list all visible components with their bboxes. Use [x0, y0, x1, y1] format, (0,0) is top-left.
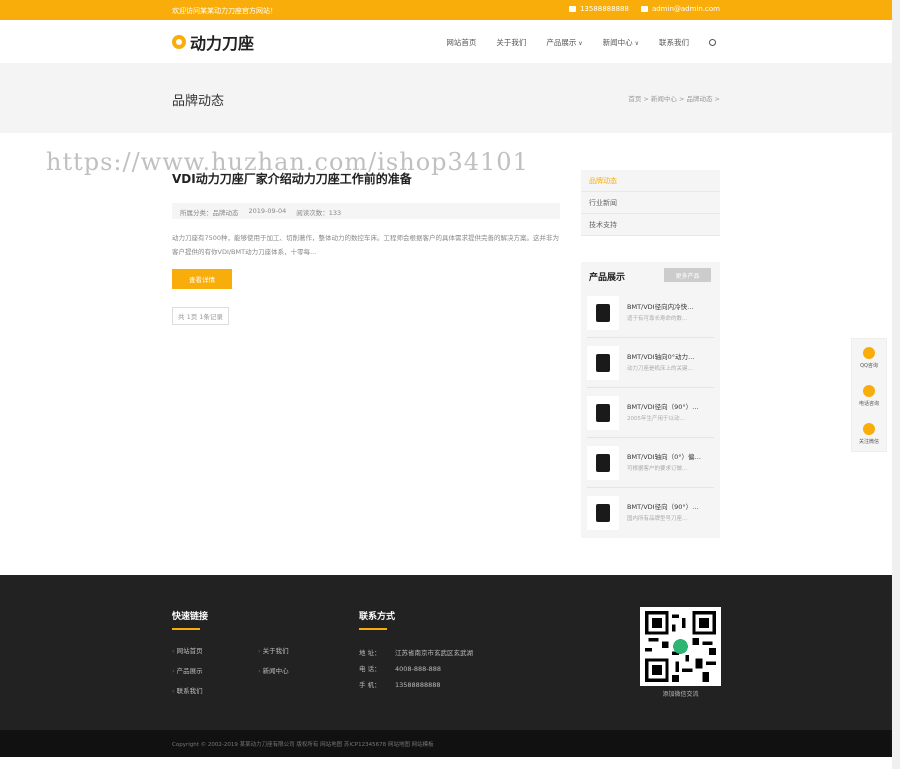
- qq-icon: [863, 347, 875, 359]
- top-contact: 13588888888 admin@admin.com: [568, 5, 720, 13]
- logo-mark-icon: [172, 35, 186, 49]
- nav-home[interactable]: 网站首页: [446, 37, 476, 48]
- product-thumbnail: [587, 395, 619, 430]
- product-thumbnail: [587, 496, 619, 530]
- footer-link-products[interactable]: 产品展示: [172, 665, 258, 675]
- bottom-strip: [0, 757, 892, 769]
- product-desc: 可根据客户的要求订做…: [627, 465, 688, 472]
- phone-label: 电 话：: [359, 665, 381, 673]
- phone-icon: [863, 385, 875, 397]
- product-thumbnail: [587, 345, 619, 380]
- page-scrollbar[interactable]: [892, 0, 900, 769]
- product-item[interactable]: BMT/VDI轴向0°动力… 动力刀座是机床上的关键…: [587, 338, 714, 388]
- mobile-label: 手 机：: [359, 681, 381, 689]
- more-products-button[interactable]: 更多产品: [664, 268, 711, 282]
- float-qq[interactable]: QQ咨询: [852, 339, 886, 377]
- product-item[interactable]: BMT/VDI轴向（0°）偏… 可根据客户的要求订做…: [587, 438, 714, 488]
- phone-icon: [568, 6, 576, 12]
- product-name: BMT/VDI轴向（0°）偏…: [627, 452, 701, 461]
- article-list: VDI动力刀座厂家介绍动力刀座工作前的准备 所属分类：品牌动态 2019-09-…: [172, 170, 560, 325]
- product-thumbnail: [587, 445, 619, 480]
- footer-contact-title: 联系方式: [359, 609, 395, 630]
- float-wechat-label: 关注微信: [858, 439, 879, 445]
- top-email[interactable]: admin@admin.com: [640, 5, 720, 13]
- footer-link-contact[interactable]: 联系我们: [172, 685, 258, 695]
- sidebar-item-tech-support[interactable]: 技术支持: [581, 214, 720, 236]
- mail-icon: [640, 6, 648, 12]
- product-sidebar-header: 产品展示 更多产品: [581, 262, 720, 288]
- footer-link-news[interactable]: 新闻中心: [258, 665, 312, 675]
- wechat-icon: [863, 423, 875, 435]
- product-desc: 适于有可靠长寿命的数…: [627, 315, 688, 322]
- product-item[interactable]: BMT/VDI径向（90°）… 2005年生产用于以动…: [587, 388, 714, 438]
- product-name: BMT/VDI径向内冷快…: [627, 302, 694, 311]
- product-desc: 动力刀座是机床上的关键…: [627, 365, 694, 372]
- product-name: BMT/VDI轴向0°动力…: [627, 352, 695, 361]
- nav-news[interactable]: 新闻中心: [603, 37, 639, 48]
- article-meta: 所属分类：品牌动态 2019-09-04 阅读次数：133: [172, 203, 560, 219]
- article-summary: 动力刀座有7500种，能够使用于加工、切削著作，整体动力的数控车床。工程师会根据…: [172, 234, 560, 256]
- wechat-qr-code: [640, 607, 721, 686]
- main-nav: 网站首页 关于我们 产品展示 新闻中心 联系我们: [446, 37, 716, 48]
- sidebar-item-industry-news[interactable]: 行业新闻: [581, 192, 720, 214]
- read-more-button[interactable]: 查看详情: [172, 269, 232, 289]
- nav-products[interactable]: 产品展示: [546, 37, 582, 48]
- category-sidebar: 品牌动态 行业新闻 技术支持: [581, 170, 720, 236]
- phone-value: 4008-888-888: [395, 665, 442, 673]
- product-sidebar: 产品展示 更多产品 BMT/VDI径向内冷快… 适于有可靠长寿命的数… BMT/V…: [581, 262, 720, 538]
- search-icon[interactable]: [709, 39, 716, 46]
- mobile-value: 13588888888: [395, 681, 441, 689]
- product-name: BMT/VDI径向（90°）…: [627, 402, 699, 411]
- qr-caption: 添加微信交流: [662, 691, 699, 698]
- site-logo[interactable]: 动力刀座: [172, 30, 254, 54]
- article-title[interactable]: VDI动力刀座厂家介绍动力刀座工作前的准备: [172, 170, 560, 187]
- nav-about[interactable]: 关于我们: [496, 37, 526, 48]
- float-wechat[interactable]: 关注微信: [852, 415, 886, 453]
- breadcrumb[interactable]: 首页 > 新闻中心 > 品牌动态 >: [628, 93, 720, 103]
- page-title: 品牌动态: [172, 94, 225, 109]
- pagination: 共 1页 1条记录: [172, 307, 229, 325]
- address-label: 地 址：: [359, 649, 381, 657]
- site-footer: 快速链接 网站首页 关于我们 产品展示 新闻中心 联系我们 联系方式 地 址： 江…: [0, 575, 892, 730]
- logo-text: 动力刀座: [190, 34, 255, 53]
- float-qq-label: QQ咨询: [860, 363, 878, 369]
- product-desc: 国内所有品牌型号刀座…: [627, 516, 688, 522]
- nav-contact[interactable]: 联系我们: [659, 37, 689, 48]
- product-desc: 2005年生产用于以动…: [627, 415, 685, 422]
- floating-contact-bar: QQ咨询 电话咨询 关注微信: [851, 338, 887, 452]
- footer-link-home[interactable]: 网站首页: [172, 645, 258, 655]
- sidebar-item-brand-news[interactable]: 品牌动态: [581, 170, 720, 192]
- product-thumbnail: [587, 295, 619, 330]
- footer-contact-info: 地 址： 江苏省南京市玄武区玄武湖 电 话： 4008-888-888 手 机： 13…: [359, 645, 473, 693]
- page-banner: 品牌动态 首页 > 新闻中心 > 品牌动态 >: [0, 63, 892, 133]
- product-name: BMT/VDI径向（90°）…: [627, 503, 699, 511]
- product-item[interactable]: BMT/VDI径向内冷快… 适于有可靠长寿命的数…: [587, 288, 714, 338]
- product-item[interactable]: BMT/VDI径向（90°）… 国内所有品牌型号刀座…: [587, 488, 714, 538]
- footer-link-about[interactable]: 关于我们: [258, 645, 312, 655]
- top-bar: 欢迎访问某某动力刀座官方网站！ 13588888888 admin@admin.…: [0, 0, 892, 20]
- product-sidebar-title: 产品展示: [589, 273, 626, 283]
- article-views: 阅读次数：133: [296, 209, 342, 217]
- footer-links-title: 快速链接: [172, 609, 208, 630]
- article-category: 所属分类：品牌动态: [180, 209, 239, 217]
- site-header: 动力刀座 网站首页 关于我们 产品展示 新闻中心 联系我们: [0, 20, 892, 63]
- top-phone: 13588888888: [568, 5, 629, 13]
- copyright-bar: Copyright © 2002-2019 某某动力刀座有限公司 版权所有 网站…: [0, 730, 892, 757]
- article-date: 2019-09-04: [248, 207, 287, 215]
- copyright-text: Copyright © 2002-2019 某某动力刀座有限公司 版权所有 网站…: [172, 742, 434, 748]
- welcome-text: 欢迎访问某某动力刀座官方网站！: [172, 7, 277, 15]
- float-phone-label: 电话咨询: [858, 401, 879, 407]
- footer-links: 网站首页 关于我们 产品展示 新闻中心 联系我们: [172, 645, 312, 695]
- product-list: BMT/VDI径向内冷快… 适于有可靠长寿命的数… BMT/VDI轴向0°动力… 动…: [581, 288, 720, 538]
- address-value: 江苏省南京市玄武区玄武湖: [395, 649, 473, 657]
- float-phone[interactable]: 电话咨询: [852, 377, 886, 415]
